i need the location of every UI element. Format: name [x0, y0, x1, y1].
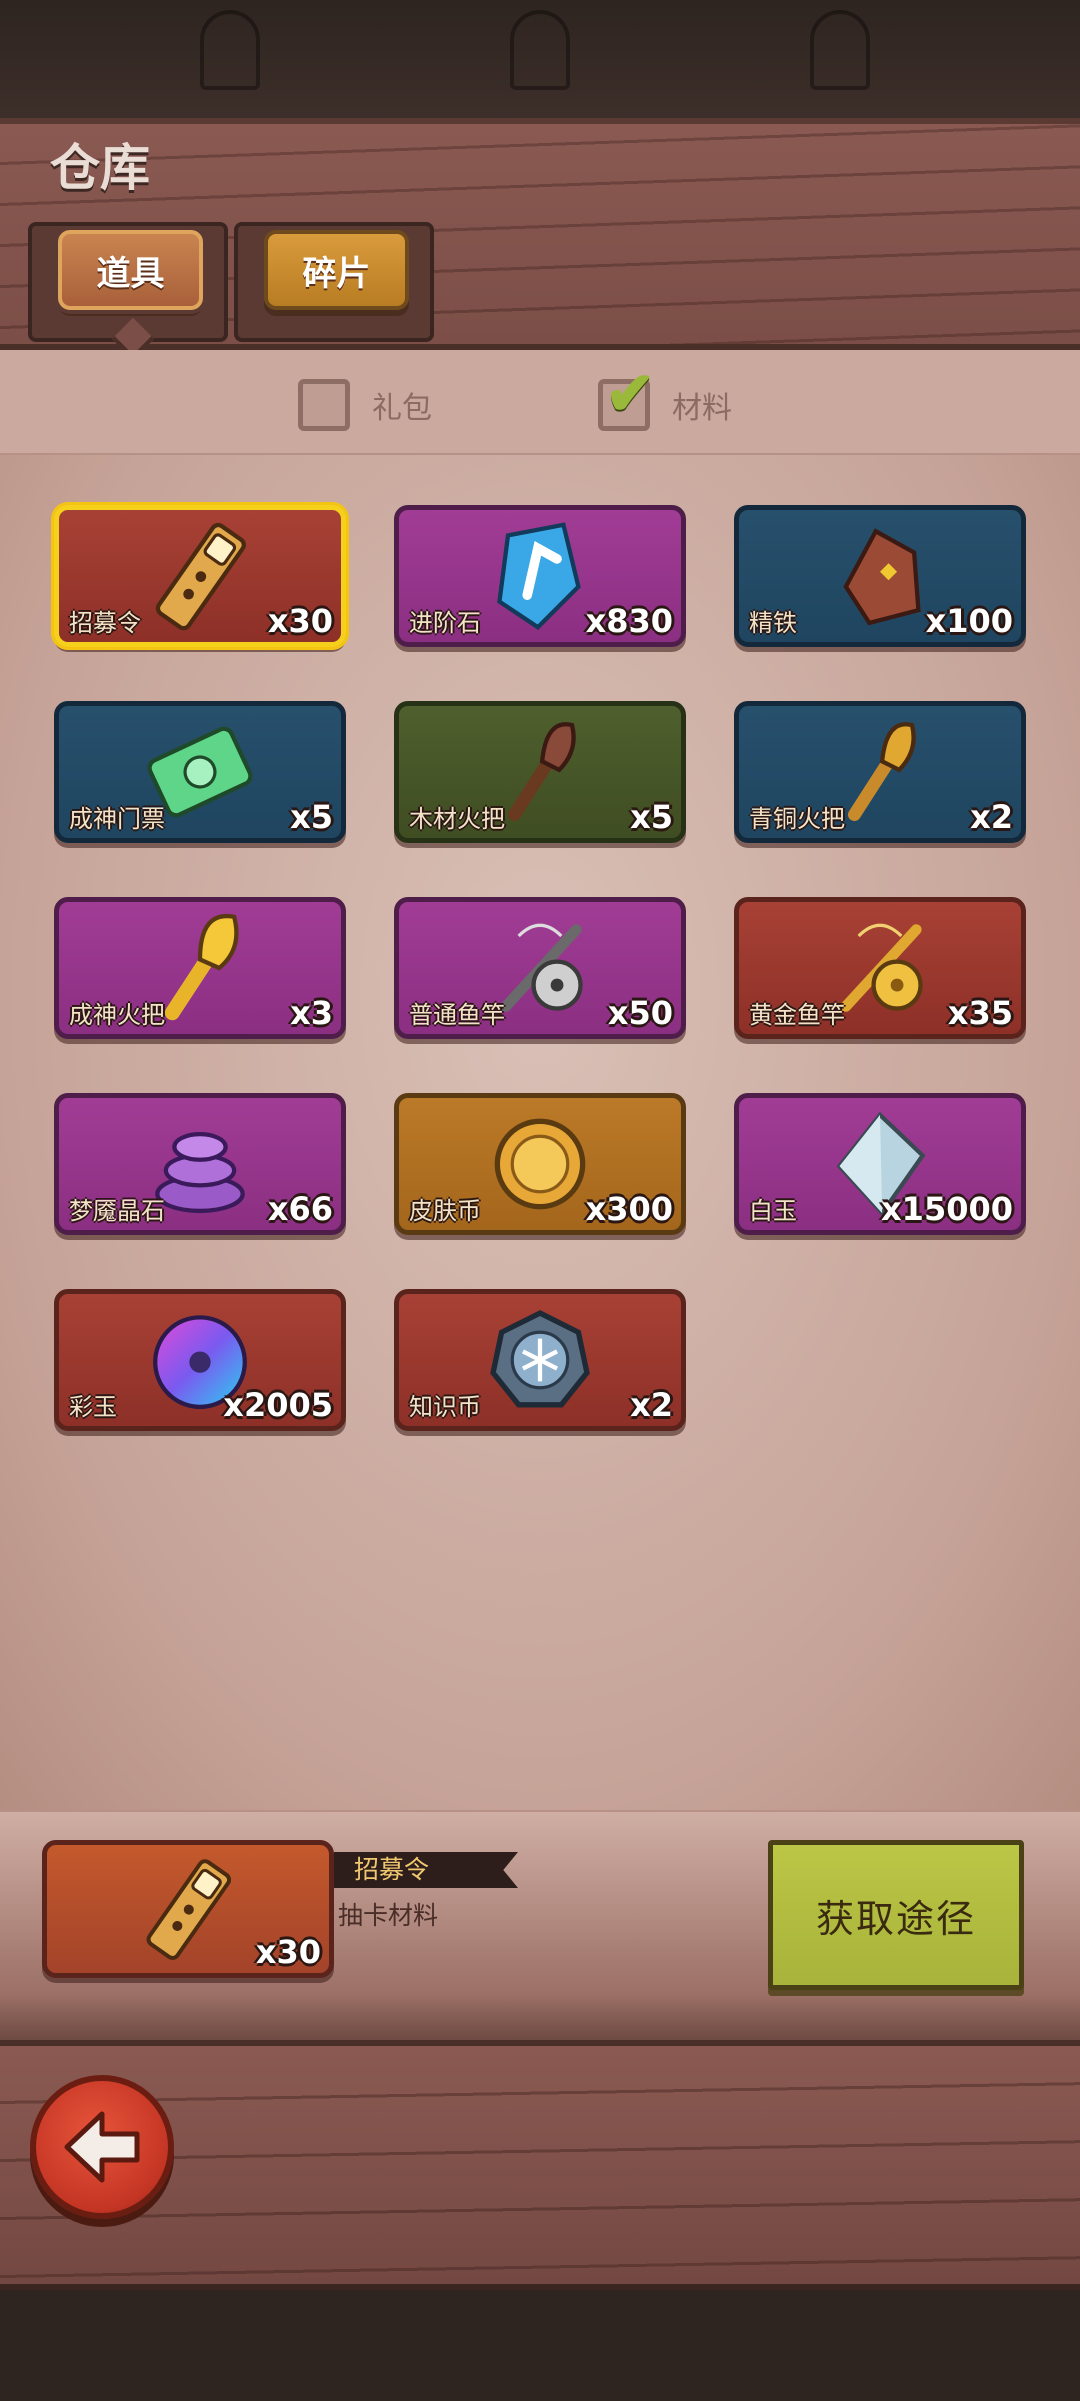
- item-name: 成神门票: [69, 805, 165, 833]
- item-count: x5: [630, 798, 673, 836]
- item-count: x35: [947, 994, 1013, 1032]
- inventory-item[interactable]: 木材火把 x5: [394, 701, 686, 843]
- detail-item-name: 招募令: [334, 1852, 518, 1888]
- tab-items[interactable]: 道具: [58, 230, 203, 310]
- inventory-item[interactable]: 黄金鱼竿 x35: [734, 897, 1026, 1039]
- filter-materials[interactable]: ✔ 材料: [598, 364, 732, 432]
- tab-fragments[interactable]: 碎片: [264, 230, 409, 310]
- item-name: 木材火把: [409, 805, 505, 833]
- filter-label: 材料: [672, 391, 732, 426]
- item-name: 青铜火把: [749, 805, 845, 833]
- item-count: x2005: [223, 1386, 333, 1424]
- page-title: 仓库: [50, 139, 150, 197]
- filter-bar: [0, 350, 1080, 455]
- item-name: 进阶石: [409, 609, 481, 637]
- ornament-icon: [510, 10, 570, 90]
- item-name: 彩玉: [69, 1393, 117, 1421]
- item-count: x2: [970, 798, 1013, 836]
- inventory-item[interactable]: 彩玉 x2005: [54, 1289, 346, 1431]
- inventory-item[interactable]: 招募令 x30: [54, 505, 346, 647]
- gift-pack-checkbox[interactable]: [298, 379, 350, 431]
- detail-item-count: x30: [255, 1933, 321, 1971]
- item-name: 知识币: [409, 1393, 481, 1421]
- inventory-item[interactable]: 梦魇晶石 x66: [54, 1093, 346, 1235]
- inventory-item[interactable]: 成神火把 x3: [54, 897, 346, 1039]
- top-decoration: [0, 0, 1080, 120]
- acquire-source-button[interactable]: 获取途径: [768, 1840, 1024, 1990]
- item-name: 招募令: [69, 609, 141, 637]
- filter-gift-pack[interactable]: 礼包: [298, 378, 432, 432]
- filter-label: 礼包: [372, 391, 432, 426]
- detail-item-slot: x30: [42, 1840, 334, 1978]
- inventory-item[interactable]: 青铜火把 x2: [734, 701, 1026, 843]
- item-count: x3: [290, 994, 333, 1032]
- item-name: 黄金鱼竿: [749, 1001, 845, 1029]
- materials-checkbox[interactable]: ✔: [598, 364, 655, 431]
- inventory-item[interactable]: 成神门票 x5: [54, 701, 346, 843]
- item-count: x66: [267, 1190, 333, 1228]
- item-name: 普通鱼竿: [409, 1001, 505, 1029]
- item-name: 皮肤币: [409, 1197, 481, 1225]
- item-count: x30: [267, 602, 333, 640]
- item-count: x830: [585, 602, 673, 640]
- detail-item-description: 抽卡材料: [338, 1901, 439, 1930]
- bottom-decoration: [0, 2290, 1080, 2401]
- checkmark-icon: ✔: [605, 359, 656, 429]
- item-count: x50: [607, 994, 673, 1032]
- item-count: x100: [925, 602, 1013, 640]
- inventory-item[interactable]: 知识币 x2: [394, 1289, 686, 1431]
- back-arrow-icon: [64, 2111, 140, 2183]
- item-count: x300: [585, 1190, 673, 1228]
- ornament-icon: [200, 10, 260, 90]
- item-name: 精铁: [749, 609, 797, 637]
- item-count: x5: [290, 798, 333, 836]
- inventory-item[interactable]: 普通鱼竿 x50: [394, 897, 686, 1039]
- back-button[interactable]: [30, 2075, 174, 2219]
- item-name: 梦魇晶石: [69, 1197, 165, 1225]
- item-name: 白玉: [749, 1197, 797, 1225]
- item-count: x2: [630, 1386, 673, 1424]
- inventory-item[interactable]: 精铁 x100: [734, 505, 1026, 647]
- inventory-item[interactable]: 白玉 x15000: [734, 1093, 1026, 1235]
- ornament-icon: [810, 10, 870, 90]
- item-count: x15000: [881, 1190, 1013, 1228]
- inventory-item[interactable]: 皮肤币 x300: [394, 1093, 686, 1235]
- item-name: 成神火把: [69, 1001, 165, 1029]
- inventory-item[interactable]: 进阶石 x830: [394, 505, 686, 647]
